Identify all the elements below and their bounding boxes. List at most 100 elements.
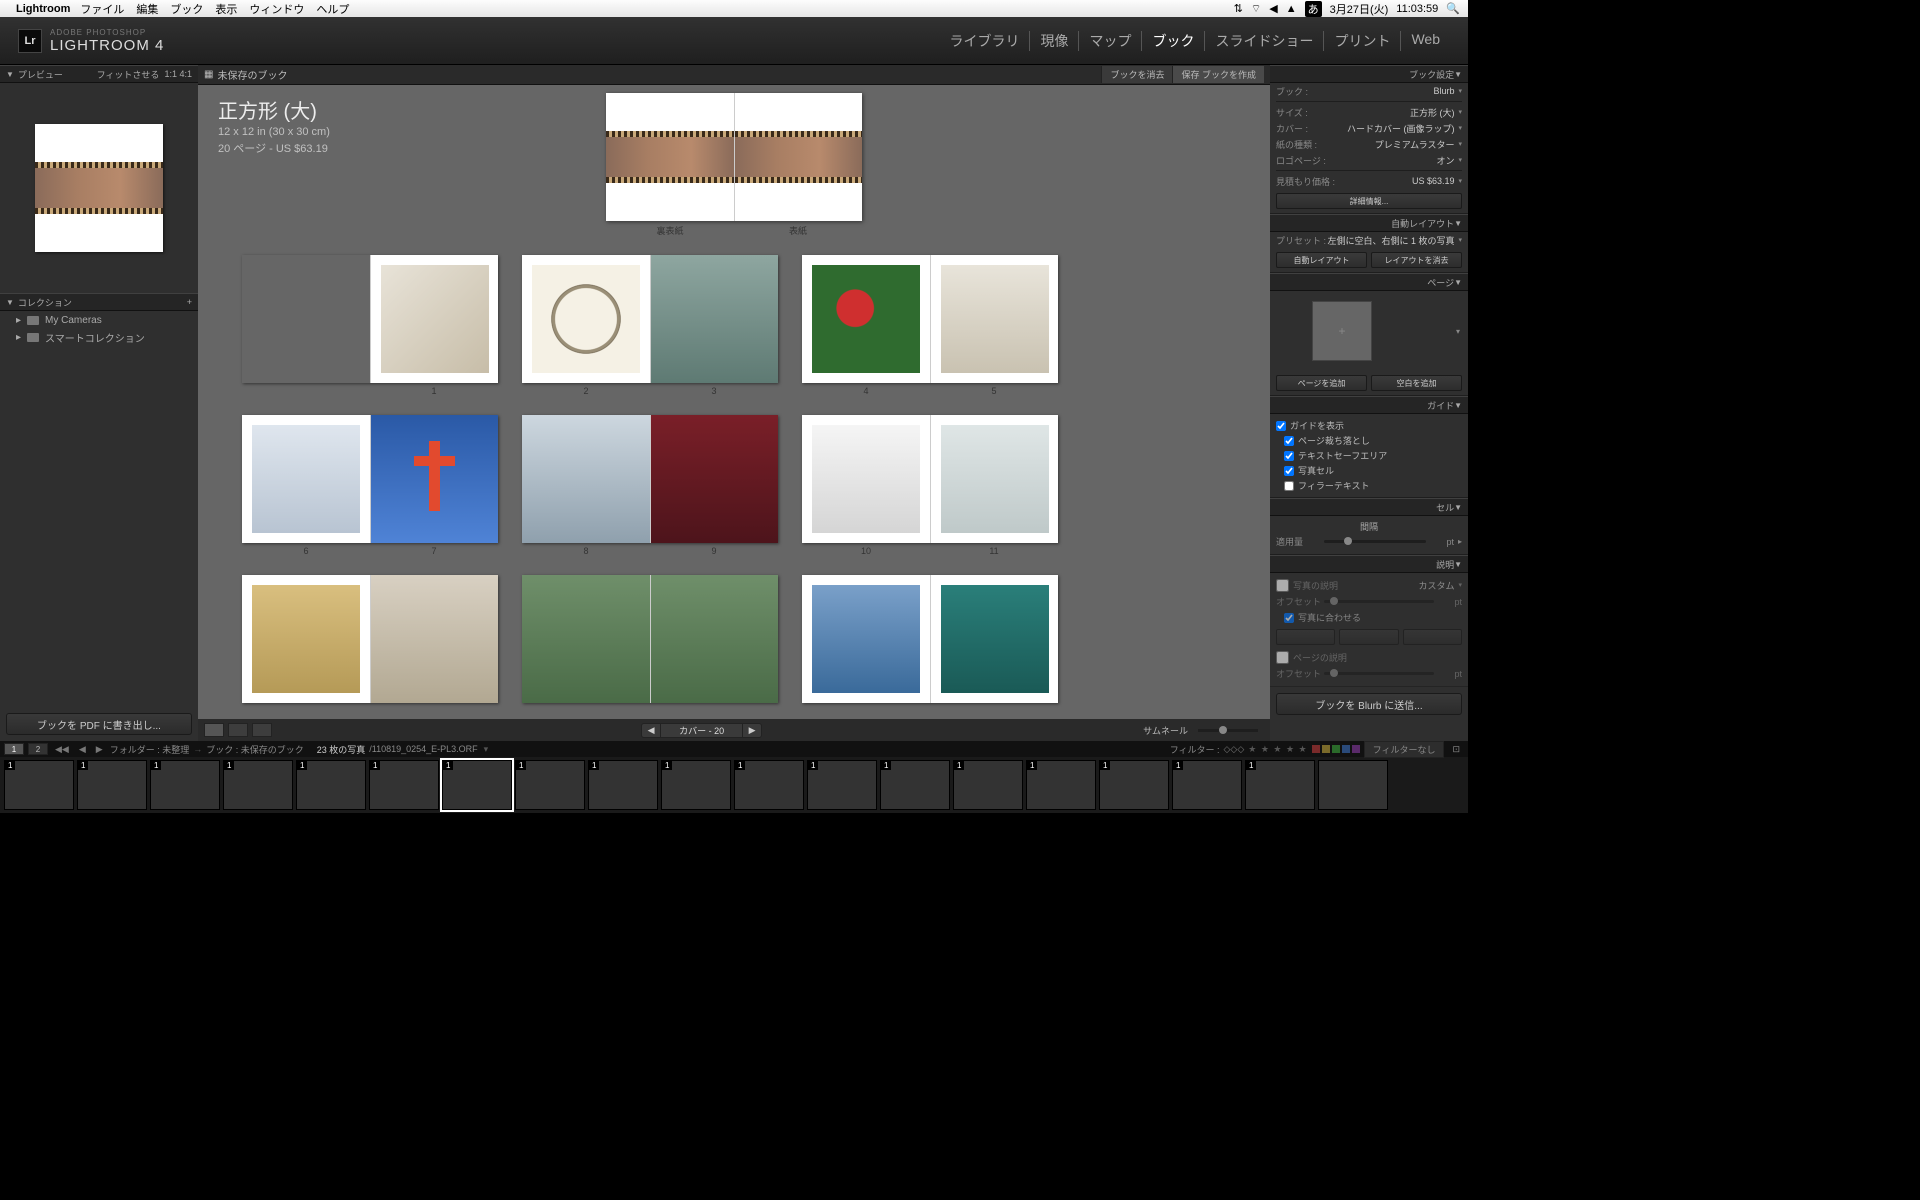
book-paper-row[interactable]: 紙の種類 :プレミアムラスター▾ [1270, 136, 1468, 152]
film-thumb[interactable]: 1 [515, 760, 585, 810]
clear-book-button[interactable]: ブックを消去 [1101, 66, 1172, 83]
menu-edit[interactable]: 編集 [136, 1, 158, 17]
grid-tiny-icon[interactable]: ▦ [204, 69, 213, 80]
page-7[interactable] [370, 415, 498, 543]
add-page-button[interactable]: ページを追加 [1276, 375, 1367, 391]
film-thumb[interactable]: 1 [1026, 760, 1096, 810]
collection-item[interactable]: ▸ My Cameras [0, 313, 198, 328]
book-settings-header[interactable]: ブック設定▼ [1270, 65, 1468, 83]
collections-header[interactable]: ▼ コレクション + [0, 293, 198, 311]
guide-bleed-checkbox[interactable] [1284, 436, 1294, 446]
secondary-display-1[interactable]: 1 [4, 743, 24, 755]
module-library[interactable]: ライブラリ [939, 31, 1029, 51]
book-service-row[interactable]: ブック :Blurb▾ [1270, 83, 1468, 99]
module-develop[interactable]: 現像 [1029, 31, 1078, 51]
preset-row[interactable]: プリセット :左側に空白、右側に 1 枚の写真▾ [1270, 232, 1468, 248]
preview-header[interactable]: ▼ プレビュー フィットさせる 1:1 4:1 [0, 65, 198, 83]
film-thumb[interactable]: 1 [880, 760, 950, 810]
caption-header[interactable]: 説明▼ [1270, 555, 1468, 573]
ratio-1-1[interactable]: 1:1 [164, 69, 177, 79]
guides-header[interactable]: ガイド▼ [1270, 396, 1468, 414]
page-13[interactable] [370, 575, 498, 703]
film-thumb-selected[interactable]: 1 [442, 760, 512, 810]
film-thumb[interactable]: 1 [588, 760, 658, 810]
page-17[interactable] [930, 575, 1058, 703]
eject-icon[interactable]: ▲ [1286, 3, 1297, 15]
caption-pos-1[interactable] [1276, 629, 1335, 645]
ime-indicator[interactable]: あ [1305, 1, 1322, 17]
secondary-display-2[interactable]: 2 [28, 743, 48, 755]
nav-next-icon[interactable]: ▶ [93, 744, 106, 755]
auto-layout-header[interactable]: 自動レイアウト▼ [1270, 214, 1468, 232]
book-cover-row[interactable]: カバー :ハードカバー (画像ラップ)▾ [1270, 120, 1468, 136]
caption-pos-3[interactable] [1403, 629, 1462, 645]
show-guides-checkbox[interactable] [1276, 421, 1286, 431]
page-panel-header[interactable]: ページ▼ [1270, 273, 1468, 291]
menu-help[interactable]: ヘルプ [316, 1, 349, 17]
module-print[interactable]: プリント [1323, 31, 1400, 51]
guide-photocell-checkbox[interactable] [1284, 466, 1294, 476]
auto-layout-button[interactable]: 自動レイアウト [1276, 252, 1367, 268]
add-collection-icon[interactable]: + [187, 297, 192, 307]
module-map[interactable]: マップ [1078, 31, 1141, 51]
page-blank[interactable] [242, 255, 370, 383]
collection-item[interactable]: ▸ スマートコレクション [0, 328, 198, 347]
page-5[interactable] [930, 255, 1058, 383]
pager-prev-button[interactable]: ◀ [642, 725, 660, 736]
film-thumb[interactable]: 1 [661, 760, 731, 810]
color-filter[interactable] [1312, 745, 1360, 753]
page-11[interactable] [930, 415, 1058, 543]
export-pdf-button[interactable]: ブックを PDF に書き出し... [6, 713, 192, 735]
film-thumb[interactable]: 1 [1245, 760, 1315, 810]
page-15[interactable] [650, 575, 778, 703]
film-thumb[interactable]: 1 [369, 760, 439, 810]
cover-spread[interactable] [606, 93, 862, 221]
caption-pos-2[interactable] [1339, 629, 1398, 645]
book-estimate-row[interactable]: 見積もり価格 :US $63.19▾ [1270, 173, 1468, 189]
ratio-4-1[interactable]: 4:1 [179, 69, 192, 79]
film-thumb[interactable]: 1 [4, 760, 74, 810]
menu-view[interactable]: 表示 [215, 1, 237, 17]
chevron-right-icon[interactable]: ▸ [1458, 537, 1462, 546]
menu-book[interactable]: ブック [170, 1, 203, 17]
view-single-button[interactable] [252, 723, 272, 737]
wifi-icon[interactable]: ⌔ [1251, 2, 1261, 16]
guide-textsafe-checkbox[interactable] [1284, 451, 1294, 461]
app-name[interactable]: Lightroom [16, 3, 70, 15]
module-slideshow[interactable]: スライドショー [1204, 31, 1323, 51]
detail-info-button[interactable]: 詳細情報... [1276, 193, 1462, 209]
menu-file[interactable]: ファイル [80, 1, 124, 17]
add-blank-button[interactable]: 空白を追加 [1371, 375, 1462, 391]
page-caption-offset-slider[interactable]: オフセットpt [1270, 665, 1468, 682]
flag-filter-icon[interactable]: ◇◇◇ [1224, 744, 1245, 755]
dropbox-icon[interactable]: ⇅ [1234, 2, 1243, 15]
filmstrip[interactable]: 1 1 1 1 1 1 1 1 1 1 1 1 1 1 1 1 1 1 [0, 757, 1468, 813]
page-layout-preview[interactable] [1312, 301, 1372, 361]
volume-icon[interactable]: ◀ [1269, 2, 1277, 15]
filter-lock-icon[interactable]: ⊡ [1452, 744, 1460, 755]
module-web[interactable]: Web [1400, 31, 1450, 51]
page-6[interactable] [242, 415, 370, 543]
page-caption-checkbox[interactable] [1276, 651, 1289, 664]
preview-page[interactable] [35, 124, 163, 252]
pager-next-button[interactable]: ▶ [743, 725, 761, 736]
save-book-button[interactable]: 保存 ブックを作成 [1172, 66, 1264, 83]
cell-padding-slider[interactable]: 適用量pt▸ [1270, 533, 1468, 550]
filter-preset-dropdown[interactable]: フィルターなし [1364, 741, 1445, 758]
page-10[interactable] [802, 415, 930, 543]
spotlight-icon[interactable]: 🔍 [1446, 2, 1460, 15]
photo-caption-checkbox[interactable] [1276, 579, 1289, 592]
view-grid-button[interactable] [204, 723, 224, 737]
fit-label[interactable]: フィットさせる [97, 68, 160, 81]
page-16[interactable] [802, 575, 930, 703]
cell-header[interactable]: セル▼ [1270, 498, 1468, 516]
page-8[interactable] [522, 415, 650, 543]
film-thumb[interactable]: 1 [77, 760, 147, 810]
film-thumb[interactable]: 1 [150, 760, 220, 810]
photo-caption-offset-slider[interactable]: オフセットpt [1270, 593, 1468, 610]
page-2[interactable] [522, 255, 650, 383]
send-to-blurb-button[interactable]: ブックを Blurb に送信... [1276, 693, 1462, 715]
film-thumb[interactable]: 1 [223, 760, 293, 810]
film-thumb[interactable]: 1 [953, 760, 1023, 810]
film-thumb[interactable] [1318, 760, 1388, 810]
